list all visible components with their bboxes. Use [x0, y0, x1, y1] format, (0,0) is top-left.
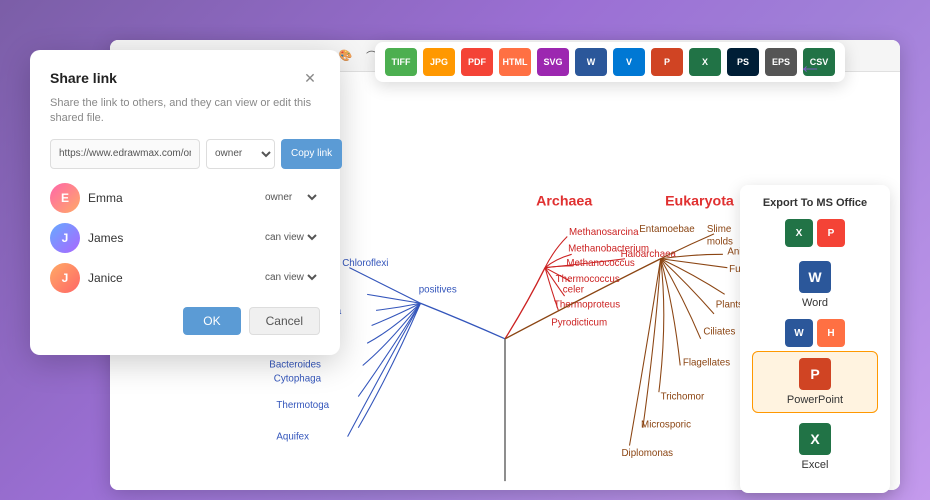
format-toolbar: TIFF JPG PDF HTML SVG W V P X PS EPS CSV — [375, 42, 845, 82]
export-word-small-icon: W — [785, 319, 813, 347]
export-powerpoint-item[interactable]: P PowerPoint — [752, 351, 878, 413]
dialog-title: Share link — [50, 70, 117, 86]
dialog-close-button[interactable]: ✕ — [300, 68, 320, 88]
format-excel-btn[interactable]: X — [689, 48, 721, 76]
svg-text:Cytophaga: Cytophaga — [274, 373, 322, 384]
format-jpg-btn[interactable]: JPG — [423, 48, 455, 76]
export-word-label: Word — [802, 297, 828, 309]
format-visio-btn[interactable]: V — [613, 48, 645, 76]
share-dialog: Share link ✕ Share the link to others, a… — [30, 50, 340, 355]
svg-text:Bacteroides: Bacteroides — [269, 359, 321, 370]
user-role-select-emma[interactable]: owner can view can edit — [261, 191, 320, 204]
user-name-emma: Emma — [88, 191, 253, 205]
svg-text:Chloroflexi: Chloroflexi — [342, 258, 388, 269]
export-excel-item[interactable]: X Excel — [752, 417, 878, 477]
svg-text:positives: positives — [419, 285, 457, 296]
export-small-pdf-icon: P — [817, 219, 845, 247]
svg-text:Plants: Plants — [716, 300, 743, 311]
user-row-janice: J Janice owner can view can edit — [50, 263, 320, 293]
format-tiff-btn[interactable]: TIFF — [385, 48, 417, 76]
svg-text:Thermoproteus: Thermoproteus — [554, 300, 620, 311]
ok-button[interactable]: OK — [183, 307, 240, 335]
svg-text:celer: celer — [563, 285, 585, 296]
svg-text:Trichomor: Trichomor — [661, 391, 705, 402]
export-ppt-icon: P — [799, 358, 831, 390]
copy-link-button[interactable]: Copy link — [281, 139, 342, 169]
export-word-icon: W — [799, 261, 831, 293]
dialog-subtitle: Share the link to others, and they can v… — [50, 96, 320, 127]
svg-text:Thermococcus: Thermococcus — [556, 274, 620, 285]
export-panel-title: Export To MS Office — [752, 197, 878, 209]
link-role-select[interactable]: owner can view can edit — [206, 139, 275, 169]
export-excel-label: Excel — [802, 459, 829, 471]
svg-text:Thermotoga: Thermotoga — [276, 400, 329, 411]
user-role-select-janice[interactable]: owner can view can edit — [261, 271, 320, 284]
user-name-janice: Janice — [88, 271, 253, 285]
avatar-janice: J — [50, 263, 80, 293]
avatar-emma: E — [50, 183, 80, 213]
format-pdf-btn[interactable]: PDF — [461, 48, 493, 76]
svg-text:Slime: Slime — [707, 224, 731, 235]
user-name-james: James — [88, 231, 253, 245]
link-row: owner can view can edit Copy link — [50, 139, 320, 169]
export-word-item[interactable]: W Word — [752, 255, 878, 315]
format-eps-btn[interactable]: EPS — [765, 48, 797, 76]
format-word-btn[interactable]: W — [575, 48, 607, 76]
format-ppt-btn[interactable]: P — [651, 48, 683, 76]
svg-text:Methanosarcina: Methanosarcina — [569, 227, 639, 238]
format-ps-btn[interactable]: PS — [727, 48, 759, 76]
export-ppt-label: PowerPoint — [787, 394, 843, 406]
svg-text:Microsporic: Microsporic — [641, 420, 691, 431]
user-row-emma: E Emma owner can view can edit — [50, 183, 320, 213]
svg-text:Diplomonas: Diplomonas — [622, 448, 674, 459]
export-html-small-icon: H — [817, 319, 845, 347]
dialog-actions: OK Cancel — [50, 307, 320, 335]
svg-text:Entamoebae: Entamoebae — [639, 224, 694, 235]
svg-text:Pyrodicticum: Pyrodicticum — [551, 317, 607, 328]
avatar-james: J — [50, 223, 80, 253]
export-panel: Export To MS Office X P W Word W H P Pow… — [740, 185, 890, 493]
user-row-james: J James owner can view can edit — [50, 223, 320, 253]
export-excel-icon: X — [799, 423, 831, 455]
svg-text:Flagellates: Flagellates — [683, 357, 730, 368]
link-input[interactable] — [50, 139, 200, 169]
cancel-button[interactable]: Cancel — [249, 307, 320, 335]
svg-text:Eukaryota: Eukaryota — [665, 193, 734, 209]
export-small-excel-icon: X — [785, 219, 813, 247]
dialog-header: Share link ✕ — [50, 68, 320, 88]
svg-text:Archaea: Archaea — [536, 193, 592, 209]
svg-text:Ciliates: Ciliates — [703, 326, 735, 337]
format-html-btn[interactable]: HTML — [499, 48, 531, 76]
user-role-select-james[interactable]: owner can view can edit — [261, 231, 320, 244]
format-svg-btn[interactable]: SVG — [537, 48, 569, 76]
arrow-pointer-icon: ← — [798, 52, 822, 80]
svg-text:Aquifex: Aquifex — [276, 431, 309, 442]
